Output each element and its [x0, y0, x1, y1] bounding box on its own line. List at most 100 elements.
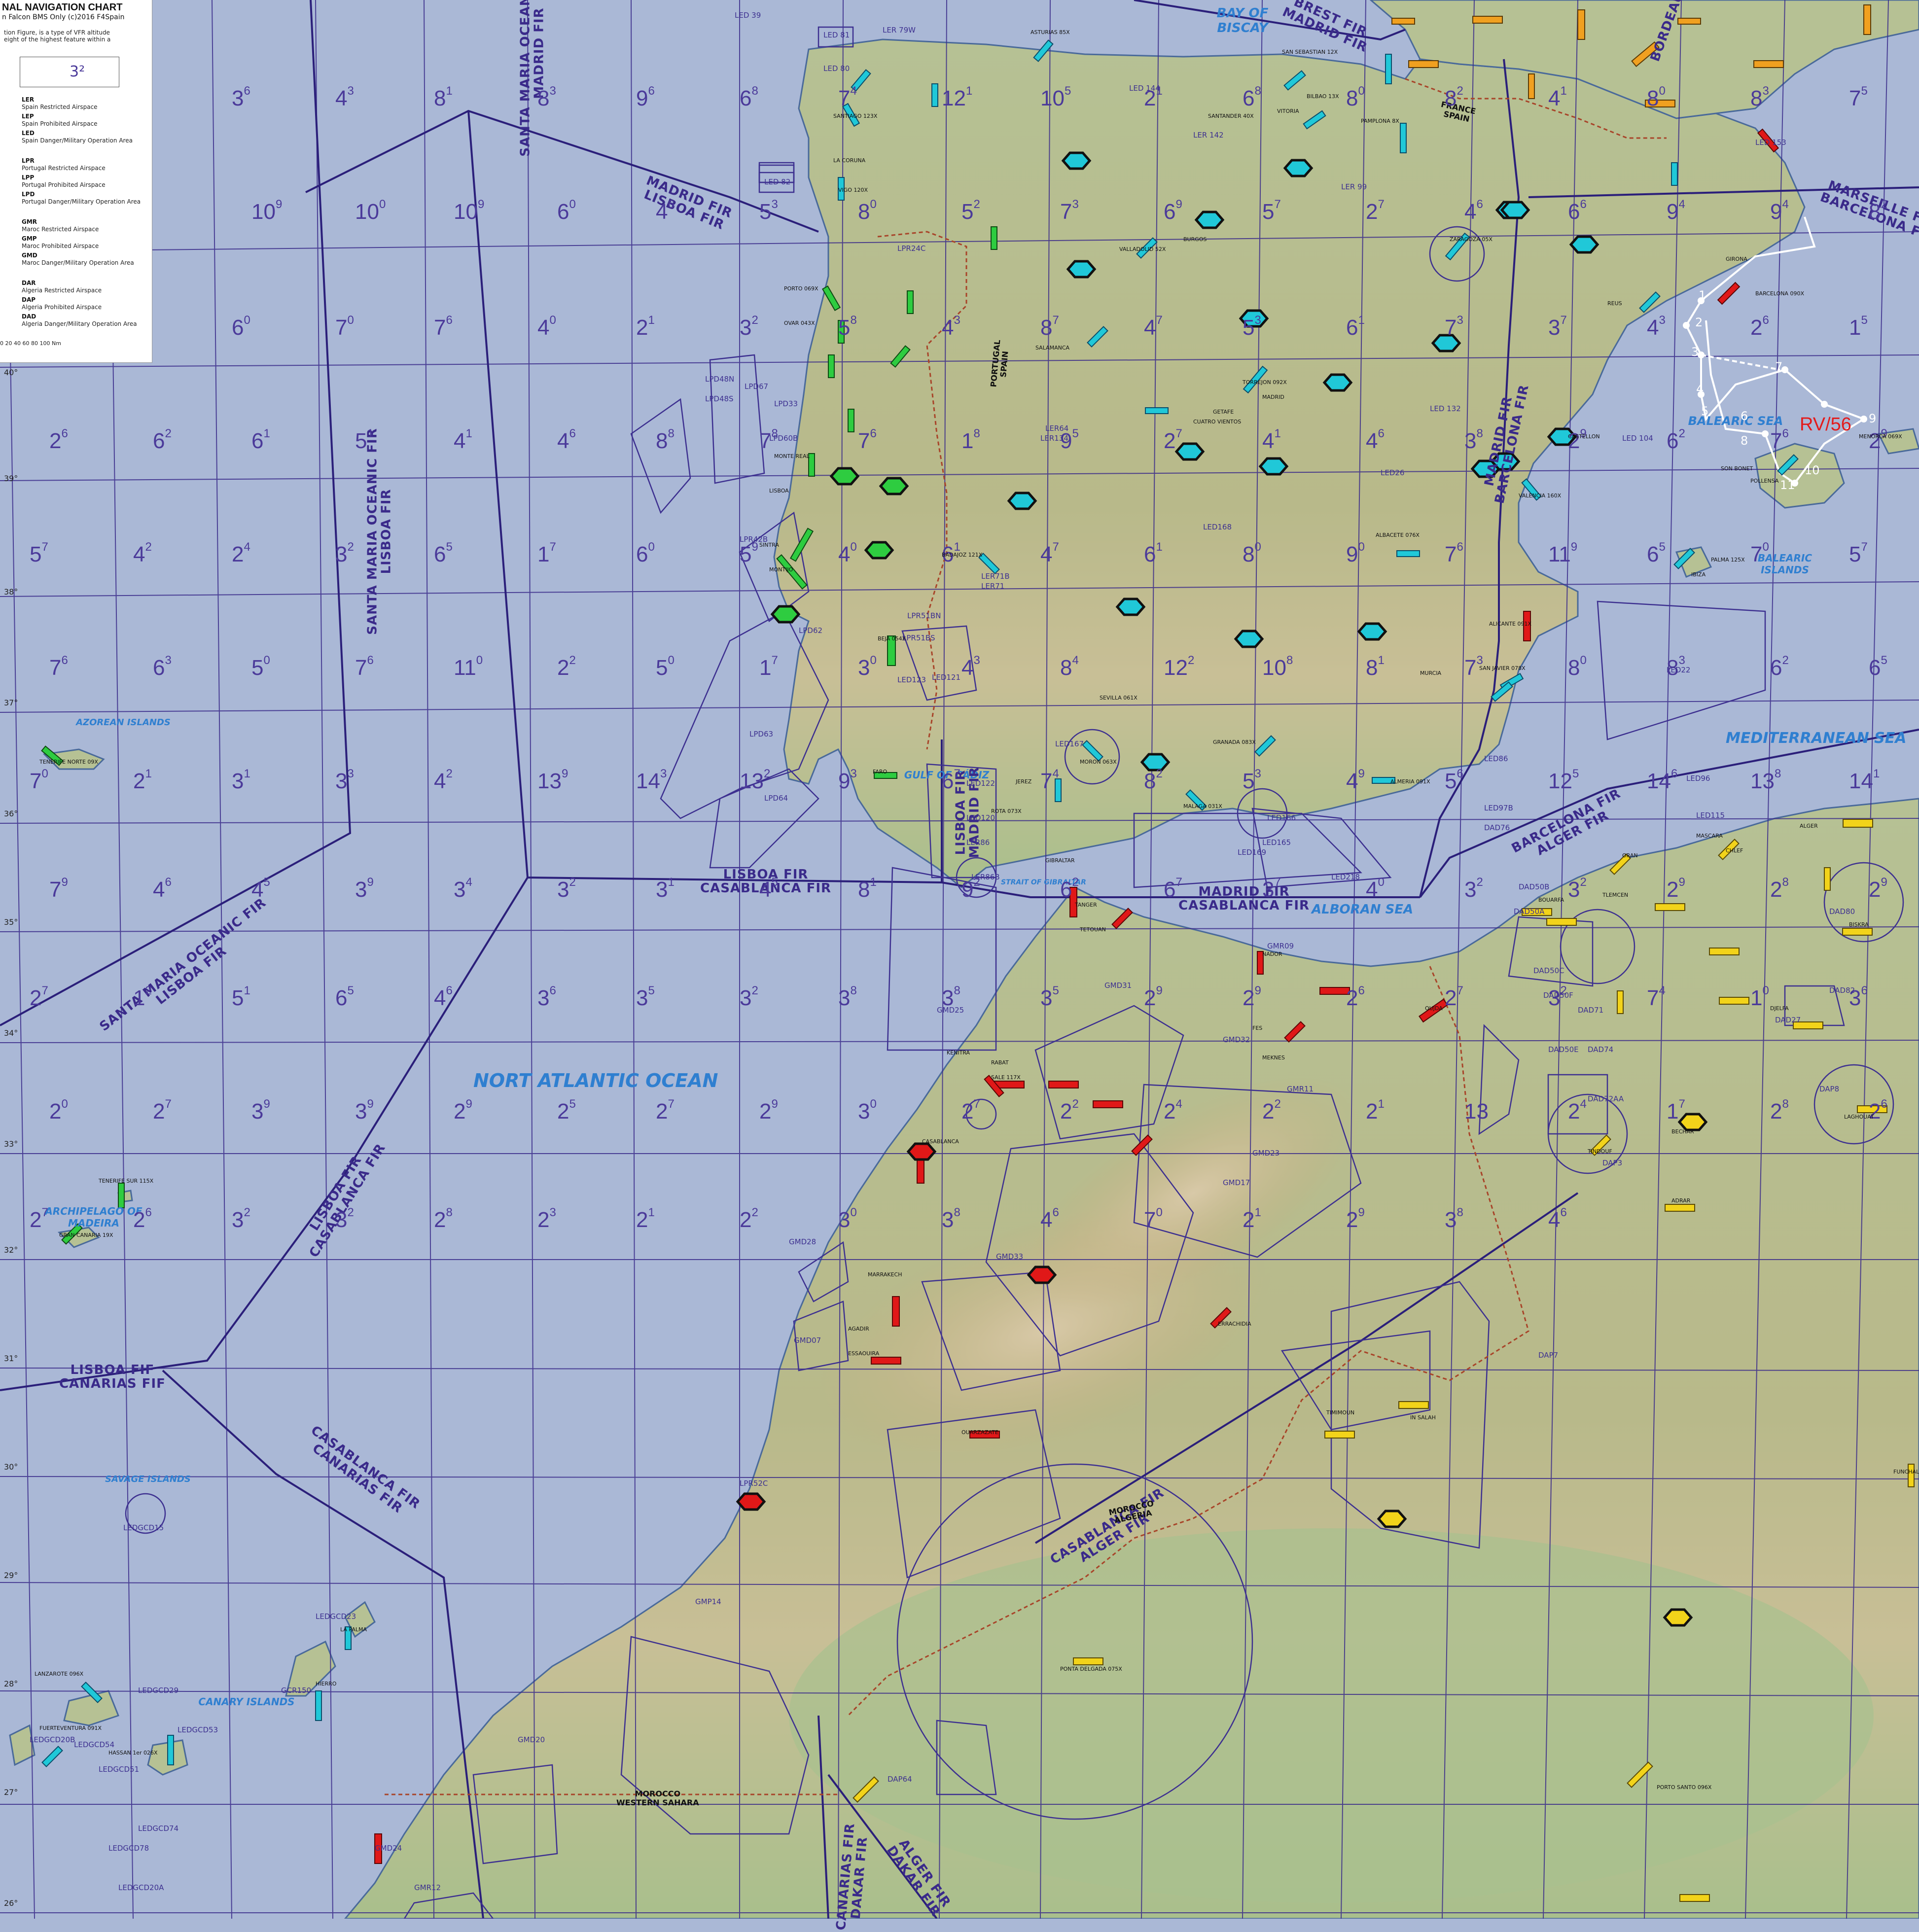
mef-hundreds: 1	[263, 427, 270, 441]
mef-thousands: 9	[1346, 542, 1358, 566]
airport-label: AGADIR	[848, 1326, 869, 1332]
mef-hundreds: 1	[1358, 314, 1365, 327]
mef-hundreds: 6	[1881, 1097, 1887, 1111]
mef-value: 46	[1366, 427, 1385, 454]
mef-thousands: 2	[759, 1099, 772, 1124]
mef-hundreds: 6	[1052, 1206, 1059, 1220]
mef-value: 46	[153, 876, 172, 902]
airspace-zone-code: LPD60B	[769, 434, 798, 443]
mef-hundreds: 5	[347, 984, 354, 998]
mef-value: 143	[636, 767, 667, 794]
airport-label: TORREJON 092X	[1243, 379, 1287, 386]
airspace-zone-code: GMD28	[789, 1237, 817, 1246]
mef-hundreds: 1	[870, 876, 877, 889]
mef-thousands: 2	[656, 1099, 668, 1124]
mef-thousands: 6	[434, 542, 446, 566]
mef-value: 26	[1346, 984, 1365, 1011]
mef-hundreds: 0	[244, 314, 250, 327]
mef-thousands: 6	[1164, 878, 1176, 902]
airspace-zone-code: LED 82	[764, 177, 791, 186]
mef-hundreds: 7	[1457, 984, 1463, 998]
airport-label: SINTRA	[759, 542, 779, 548]
legend-item-dad: DAD Algeria Danger/Military Operation Are…	[22, 313, 137, 328]
mef-thousands: 6	[232, 316, 244, 340]
mef-value: 121	[942, 84, 972, 111]
airspace-zone-code: LPD48S	[705, 394, 734, 403]
mef-hundreds: 2	[751, 1206, 758, 1220]
fir-label-lisboa-canarias: LISBOA FIF CANARIAS FIF	[59, 1363, 166, 1391]
mef-thousands: 3	[335, 1208, 348, 1232]
mef-hundreds: 1	[1254, 1206, 1261, 1220]
mef-thousands: 7	[1060, 200, 1072, 224]
mef-thousands: 2	[1770, 1099, 1782, 1124]
mef-hundreds: 5	[1052, 984, 1059, 998]
mef-value: 46	[1040, 1206, 1059, 1232]
mef-hundreds: 7	[1678, 1097, 1685, 1111]
mef-thousands: 3	[355, 1099, 367, 1124]
mef-hundreds: 6	[648, 84, 655, 98]
mef-thousands: 6	[1164, 200, 1176, 224]
mef-thousands: 2	[1667, 878, 1679, 902]
mef-hundreds: 0	[1254, 540, 1261, 554]
airport-label: LA CORUNA	[833, 157, 866, 164]
mef-hundreds: 6	[870, 427, 877, 441]
mef-hundreds: 5	[771, 876, 778, 889]
mef-hundreds: 7	[165, 1097, 172, 1111]
mef-hundreds: 6	[1560, 1206, 1567, 1220]
mef-thousands: 7	[858, 429, 870, 453]
mef-value: 28	[1770, 876, 1789, 902]
mef-hundreds: 2	[165, 427, 172, 441]
airspace-zone-code: LPR24C	[897, 244, 926, 253]
mef-value: 62	[1060, 876, 1079, 902]
border-name: MOROCCO	[635, 1789, 681, 1798]
airport-label: VITORIA	[1277, 108, 1299, 114]
mef-hundreds: 6	[446, 984, 453, 998]
mef-value: 58	[838, 314, 857, 340]
mef-value: 29	[759, 1097, 778, 1124]
mef-value: 21	[636, 314, 655, 340]
mef-hundreds: 7	[1378, 198, 1385, 211]
airspace-zone-code: GMD07	[794, 1336, 821, 1345]
airspace-zone-code: DAP8	[1819, 1085, 1840, 1093]
airspace-zone-code: LEDGCD51	[99, 1765, 140, 1774]
mef-hundreds: 7	[954, 767, 960, 781]
mef-value: 50	[656, 654, 675, 680]
legend-code: GMP	[22, 235, 37, 242]
mef-value: 76	[1770, 427, 1789, 454]
mef-hundreds: 0	[476, 654, 483, 667]
airport-label: SON BONET	[1721, 465, 1753, 472]
mef-value: 87	[1040, 314, 1059, 340]
airport-label: PALMA 125X	[1711, 557, 1745, 563]
mef-hundreds: 9	[1156, 984, 1163, 998]
mef-hundreds: 3	[1659, 314, 1666, 327]
mef-hundreds: 2	[1072, 1097, 1079, 1111]
legend-name: Portugal Restricted Airspace	[22, 165, 106, 172]
mef-value: 27	[30, 984, 48, 1011]
airport-label: LANZAROTE 096X	[35, 1671, 84, 1677]
mef-thousands: 1	[537, 542, 550, 566]
mef-hundreds: 5	[446, 540, 453, 554]
airport-label: MEKNES	[1262, 1054, 1285, 1061]
airport-label: BEJA 054X	[878, 635, 906, 642]
mef-hundreds: 7	[1274, 198, 1281, 211]
mef-hundreds: 7	[1274, 876, 1281, 889]
mef-thousands: 14	[1647, 769, 1671, 793]
mef-thousands: 7	[1647, 986, 1659, 1010]
navigation-chart-map[interactable]	[0, 0, 1919, 1919]
latitude-marker: 28°	[4, 1679, 18, 1688]
mef-thousands: 2	[1262, 1099, 1275, 1124]
airport-label: BURGOS	[1183, 236, 1207, 243]
mef-hundreds: 0	[870, 1097, 877, 1111]
mef-hundreds: 9	[465, 1097, 472, 1111]
mef-hundreds: 2	[973, 198, 980, 211]
airport-label: PORTO 069X	[784, 285, 818, 292]
latitude-marker: 37°	[4, 698, 18, 707]
airspace-zone-code: LEDGCD29	[138, 1686, 179, 1695]
mef-hundreds: 8	[1457, 1206, 1463, 1220]
mef-hundreds: 9	[1254, 984, 1261, 998]
legend-code: LPR	[22, 157, 35, 164]
mef-thousands: 4	[251, 878, 264, 902]
airspace-zone-code: GMR09	[1267, 942, 1294, 950]
airspace-zone-code: DAD27	[1775, 1016, 1801, 1024]
airspace-zone-code: LED120	[966, 813, 995, 822]
